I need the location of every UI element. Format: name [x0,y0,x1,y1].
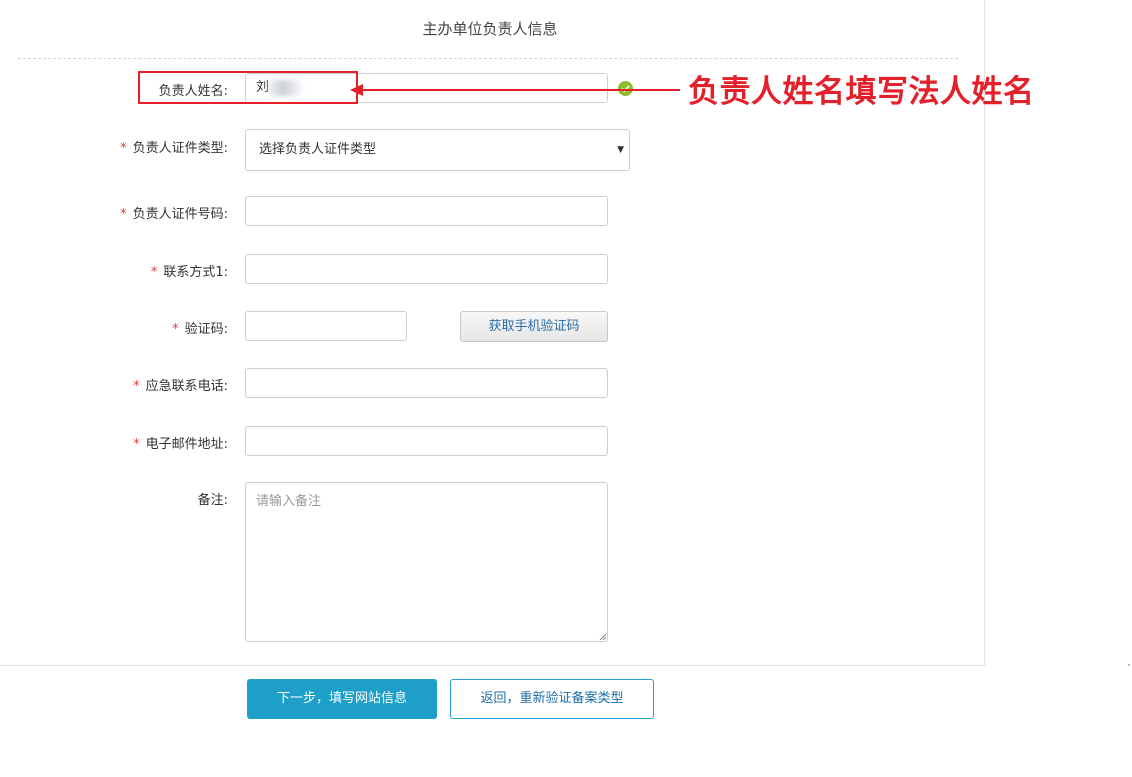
required-mark: * [133,379,140,394]
contact1-label-text: 联系方式1: [163,265,228,280]
id-number-label-text: 负责人证件号码: [132,207,228,222]
required-mark: * [133,437,140,452]
section-divider [18,58,958,59]
remark-label: 备注: [197,493,228,508]
emergency-label-text: 应急联系电话: [145,379,228,394]
section-title: 主办单位负责人信息 [422,20,558,38]
email-label: * 电子邮件地址: [133,433,228,452]
required-mark: * [172,322,179,337]
contact1-input[interactable] [245,254,608,284]
id-type-select[interactable]: 选择负责人证件类型 ▼ [245,129,630,171]
get-sms-code-button[interactable]: 获取手机验证码 [460,311,608,342]
contact1-label: * 联系方式1: [151,261,228,280]
arrow-icon [350,84,680,96]
required-mark: * [120,207,127,222]
remark-textarea[interactable]: 请输入备注 [245,482,608,642]
resize-grip-icon[interactable] [599,633,606,640]
annotation-text: 负责人姓名填写法人姓名 [688,74,1035,110]
id-type-selected: 选择负责人证件类型 [259,142,377,157]
captcha-input[interactable] [245,311,407,341]
stray-dot [1128,664,1130,666]
remark-placeholder: 请输入备注 [256,494,322,509]
captcha-label: * 验证码: [172,318,228,337]
caret-down-icon: ▼ [617,145,624,155]
next-button[interactable]: 下一步，填写网站信息 [247,679,437,719]
required-mark: * [120,141,127,156]
captcha-label-text: 验证码: [184,322,228,337]
id-number-label: * 负责人证件号码: [120,203,228,222]
highlight-box [138,71,358,104]
id-number-input[interactable] [245,196,608,226]
required-mark: * [150,265,158,280]
email-label-text: 电子邮件地址: [145,437,228,452]
id-type-label-text: 负责人证件类型: [132,141,228,156]
emergency-label: * 应急联系电话: [133,375,228,394]
id-type-label: * 负责人证件类型: [120,137,228,156]
email-input[interactable] [245,426,608,456]
emergency-phone-input[interactable] [245,368,608,398]
back-button[interactable]: 返回，重新验证备案类型 [450,679,654,719]
